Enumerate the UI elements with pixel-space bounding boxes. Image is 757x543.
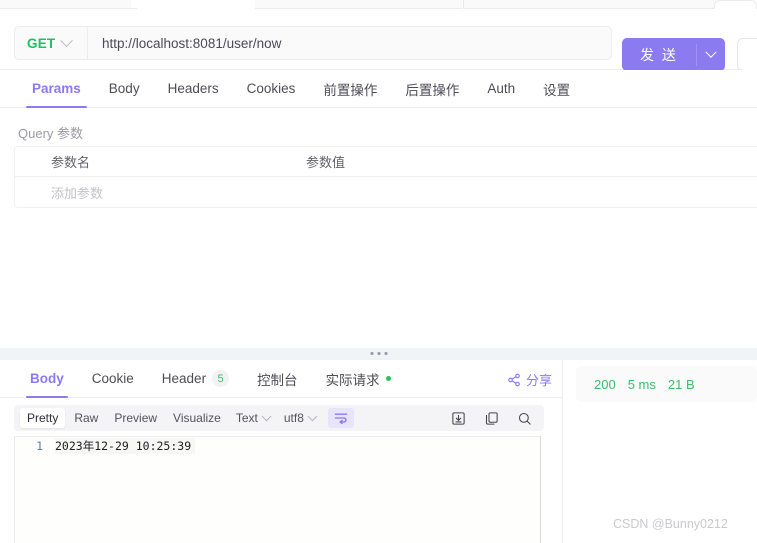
tab-label: Cookie	[91, 371, 134, 386]
charset-select[interactable]: utf8	[278, 408, 322, 428]
tab-label: Headers	[167, 81, 219, 96]
tab-pre-operation[interactable]: 前置操作	[309, 70, 391, 108]
status-code: 200	[594, 376, 616, 392]
view-preview-button[interactable]: Preview	[107, 408, 164, 428]
response-tab-console[interactable]: 控制台	[243, 360, 312, 398]
tab-label: Body	[30, 371, 64, 386]
panel-splitter[interactable]	[0, 348, 757, 360]
chevron-down-icon	[60, 33, 74, 47]
tab-label: Params	[32, 81, 81, 96]
code-panel-divider	[540, 436, 541, 543]
response-tabs: Body Cookie Header 5 控制台 实际请求 分享	[0, 360, 562, 398]
watermark-text: CSDN @Bunny0212	[613, 517, 728, 531]
share-label: 分享	[525, 373, 552, 388]
query-params-add-row[interactable]: 添加参数	[15, 177, 757, 208]
tab-strip-segment[interactable]	[0, 0, 131, 9]
share-icon	[508, 373, 520, 386]
response-status-bar: 200 5 ms 21 B	[576, 366, 757, 402]
column-header-param-value: 参数值	[306, 155, 346, 170]
wrap-lines-icon	[334, 413, 348, 424]
tab-label: 后置操作	[405, 82, 460, 98]
share-button[interactable]: 分享	[507, 370, 552, 389]
code-line: 1 2023年12-29 10:25:39	[15, 437, 540, 454]
add-param-placeholder[interactable]: 添加参数	[15, 183, 306, 202]
tab-label: Cookies	[246, 81, 296, 96]
chevron-down-icon	[307, 410, 318, 421]
view-raw-button[interactable]: Raw	[67, 408, 105, 428]
charset-select-value: utf8	[283, 411, 304, 425]
format-select[interactable]: Text	[230, 408, 276, 428]
api-client-window: GET http://localhost:8081/user/now 发 送 P…	[0, 0, 757, 543]
drag-handle-icon	[370, 352, 387, 355]
tab-post-operation[interactable]: 后置操作	[391, 70, 473, 108]
query-params-title: Query 参数	[18, 126, 84, 141]
wrap-lines-button[interactable]	[327, 408, 354, 428]
status-time: 5 ms	[627, 376, 656, 392]
header-count-badge: 5	[212, 370, 230, 387]
tab-label: 实际请求	[325, 372, 380, 388]
chevron-down-icon	[705, 46, 717, 58]
query-params-header-row: 参数名 参数值	[15, 147, 757, 177]
response-format-toolbar: Pretty Raw Preview Visualize Text utf8	[14, 405, 544, 431]
download-icon[interactable]	[451, 411, 466, 426]
tab-strip-add-button[interactable]	[714, 0, 757, 9]
tab-label: Auth	[487, 81, 516, 96]
send-button-label: 发 送	[640, 46, 678, 63]
tab-settings[interactable]: 设置	[529, 70, 584, 108]
send-button[interactable]: 发 送	[622, 38, 725, 71]
chevron-down-icon	[261, 410, 272, 421]
view-visualize-button[interactable]: Visualize	[166, 408, 228, 428]
request-tabs: Params Body Headers Cookies 前置操作 后置操作 Au…	[0, 70, 757, 108]
response-tab-cookie[interactable]: Cookie	[78, 360, 148, 398]
copy-icon[interactable]	[484, 411, 499, 426]
line-number: 1	[36, 438, 43, 453]
view-pretty-button[interactable]: Pretty	[20, 408, 66, 428]
tab-body[interactable]: Body	[95, 70, 154, 108]
url-input[interactable]: http://localhost:8081/user/now	[88, 36, 611, 51]
column-header-param-name: 参数名	[51, 155, 91, 170]
tab-label: 控制台	[257, 372, 298, 388]
url-extra-button[interactable]	[737, 38, 757, 71]
tab-label: Header	[161, 371, 207, 386]
line-content: 2023年12-29 10:25:39	[55, 437, 196, 454]
response-tab-body[interactable]: Body	[16, 360, 78, 398]
response-body-code[interactable]: 1 2023年12-29 10:25:39	[14, 436, 540, 543]
tab-headers[interactable]: Headers	[154, 70, 233, 108]
tab-params[interactable]: Params	[18, 70, 95, 108]
search-icon[interactable]	[517, 411, 532, 426]
tab-strip-segment[interactable]	[255, 0, 462, 9]
status-size: 21 B	[667, 376, 695, 392]
right-panel-divider	[562, 360, 563, 543]
tab-label: 前置操作	[323, 82, 378, 98]
url-input-group: GET http://localhost:8081/user/now	[14, 26, 612, 60]
tab-label: 设置	[543, 82, 571, 98]
window-tab-strip	[0, 0, 757, 10]
response-tab-header[interactable]: Header 5	[148, 360, 243, 398]
tab-auth[interactable]: Auth	[473, 70, 529, 108]
query-params-table: 参数名 参数值 添加参数	[14, 146, 757, 208]
format-select-value: Text	[235, 411, 258, 425]
method-selector[interactable]: GET	[15, 27, 88, 59]
tab-label: Body	[108, 81, 140, 96]
tab-strip-segment[interactable]	[464, 0, 714, 9]
status-dot-icon	[385, 376, 391, 381]
response-tab-actual-request[interactable]: 实际请求	[312, 360, 405, 398]
url-bar-row: GET http://localhost:8081/user/now 发 送	[0, 10, 757, 71]
tab-cookies[interactable]: Cookies	[233, 70, 310, 108]
tab-strip-active-segment[interactable]	[137, 0, 255, 9]
send-options-button[interactable]	[697, 46, 725, 59]
method-label: GET	[27, 35, 56, 51]
response-toolbar-actions	[451, 411, 538, 426]
